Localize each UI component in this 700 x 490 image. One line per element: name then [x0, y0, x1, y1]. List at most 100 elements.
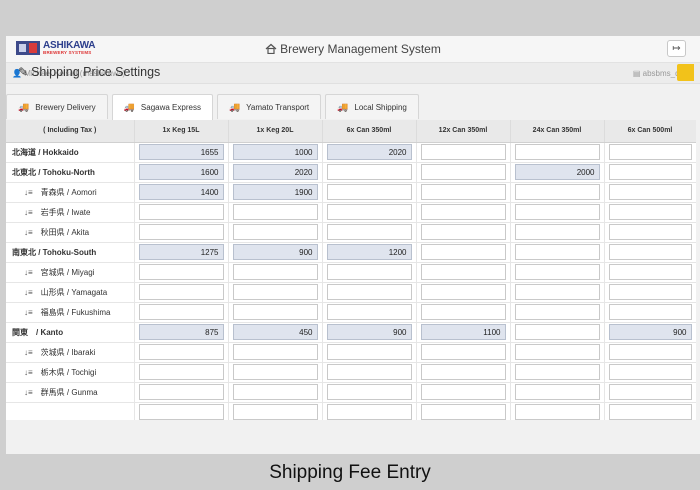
price-input[interactable] — [514, 144, 600, 160]
price-input[interactable] — [138, 284, 224, 300]
tab-yamato-transport[interactable]: 🚚 Yamato Transport — [216, 94, 322, 119]
row-label: 北東北 / Tohoku-North — [6, 162, 135, 183]
price-input[interactable] — [514, 384, 600, 400]
price-input[interactable] — [420, 404, 506, 420]
price-input[interactable] — [608, 164, 692, 180]
price-input[interactable]: 1000 — [232, 144, 318, 160]
price-input[interactable] — [326, 164, 412, 180]
price-input[interactable] — [514, 204, 600, 220]
price-input[interactable] — [326, 204, 412, 220]
price-input[interactable] — [608, 384, 692, 400]
price-input[interactable]: 900 — [326, 324, 412, 340]
price-input[interactable] — [138, 204, 224, 220]
price-input[interactable] — [608, 304, 692, 320]
price-input[interactable] — [326, 284, 412, 300]
price-input[interactable] — [232, 364, 318, 380]
price-input[interactable] — [514, 304, 600, 320]
price-table-container[interactable]: ( Including Tax ) 1x Keg 15L 1x Keg 20L … — [6, 120, 696, 420]
sort-down-icon: ↓≡ — [24, 347, 33, 357]
price-input[interactable]: 1275 — [138, 244, 224, 260]
price-input[interactable] — [326, 224, 412, 240]
price-input[interactable] — [514, 344, 600, 360]
price-input[interactable] — [232, 204, 318, 220]
logout-button[interactable]: ↦ — [667, 40, 686, 57]
price-input[interactable]: 450 — [232, 324, 318, 340]
price-input[interactable] — [420, 164, 506, 180]
price-input[interactable] — [232, 404, 318, 420]
tab-sagawa-express[interactable]: 🚚 Sagawa Express — [111, 94, 213, 120]
price-input[interactable] — [608, 224, 692, 240]
price-input[interactable] — [232, 304, 318, 320]
price-cell — [322, 202, 417, 223]
price-input[interactable] — [138, 364, 224, 380]
price-input[interactable] — [514, 364, 600, 380]
price-input[interactable] — [608, 184, 692, 200]
price-input[interactable] — [138, 344, 224, 360]
price-input[interactable] — [326, 384, 412, 400]
price-input[interactable]: 875 — [138, 324, 224, 340]
price-input[interactable] — [326, 344, 412, 360]
price-input[interactable] — [514, 404, 600, 420]
price-input[interactable] — [608, 344, 692, 360]
price-input[interactable] — [608, 404, 692, 420]
price-cell — [134, 222, 229, 243]
price-input[interactable]: 900 — [608, 324, 692, 340]
price-input[interactable] — [420, 224, 506, 240]
price-cell — [510, 382, 605, 403]
price-input[interactable] — [514, 264, 600, 280]
price-input[interactable]: 1600 — [138, 164, 224, 180]
price-input[interactable] — [514, 324, 600, 340]
price-input[interactable] — [514, 284, 600, 300]
price-input[interactable] — [514, 244, 600, 260]
price-input[interactable]: 2020 — [232, 164, 318, 180]
price-input[interactable] — [138, 224, 224, 240]
price-input[interactable] — [138, 304, 224, 320]
price-input[interactable] — [326, 184, 412, 200]
price-input[interactable] — [232, 224, 318, 240]
price-input[interactable]: 1655 — [138, 144, 224, 160]
price-input[interactable]: 2020 — [326, 144, 412, 160]
price-input[interactable]: 1900 — [232, 184, 318, 200]
price-input[interactable] — [138, 384, 224, 400]
action-button[interactable] — [677, 64, 694, 81]
price-cell — [416, 362, 511, 383]
price-input[interactable] — [420, 144, 506, 160]
price-input[interactable]: 1200 — [326, 244, 412, 260]
price-input[interactable]: 1100 — [420, 324, 506, 340]
prefecture-row: ↓≡ 栃木県 / Tochigi — [6, 362, 696, 383]
price-input[interactable] — [420, 364, 506, 380]
price-input[interactable] — [326, 364, 412, 380]
home-icon — [265, 43, 277, 54]
tab-brewery-delivery[interactable]: 🚚 Brewery Delivery — [6, 94, 108, 119]
price-input[interactable] — [608, 264, 692, 280]
price-input[interactable] — [608, 204, 692, 220]
price-input[interactable]: 1400 — [138, 184, 224, 200]
price-input[interactable] — [420, 384, 506, 400]
price-input[interactable] — [232, 284, 318, 300]
price-input[interactable] — [420, 344, 506, 360]
price-input[interactable]: 900 — [232, 244, 318, 260]
truck-icon: 🚚 — [228, 101, 241, 112]
price-input[interactable] — [514, 224, 600, 240]
price-input[interactable] — [420, 304, 506, 320]
price-input[interactable] — [138, 264, 224, 280]
price-input[interactable] — [608, 144, 692, 160]
price-input[interactable] — [232, 384, 318, 400]
price-input[interactable] — [326, 304, 412, 320]
price-input[interactable] — [514, 184, 600, 200]
price-input[interactable] — [232, 344, 318, 360]
price-input[interactable] — [420, 204, 506, 220]
price-input[interactable] — [420, 184, 506, 200]
price-input[interactable] — [420, 284, 506, 300]
price-input[interactable] — [608, 364, 692, 380]
price-input[interactable] — [138, 404, 224, 420]
price-input[interactable]: 2000 — [514, 164, 600, 180]
price-input[interactable] — [608, 244, 692, 260]
tab-local-shipping[interactable]: 🚚 Local Shipping — [325, 94, 419, 119]
price-input[interactable] — [326, 404, 412, 420]
price-input[interactable] — [420, 264, 506, 280]
price-input[interactable] — [608, 284, 692, 300]
price-input[interactable] — [232, 264, 318, 280]
price-input[interactable] — [326, 264, 412, 280]
price-input[interactable] — [420, 244, 506, 260]
